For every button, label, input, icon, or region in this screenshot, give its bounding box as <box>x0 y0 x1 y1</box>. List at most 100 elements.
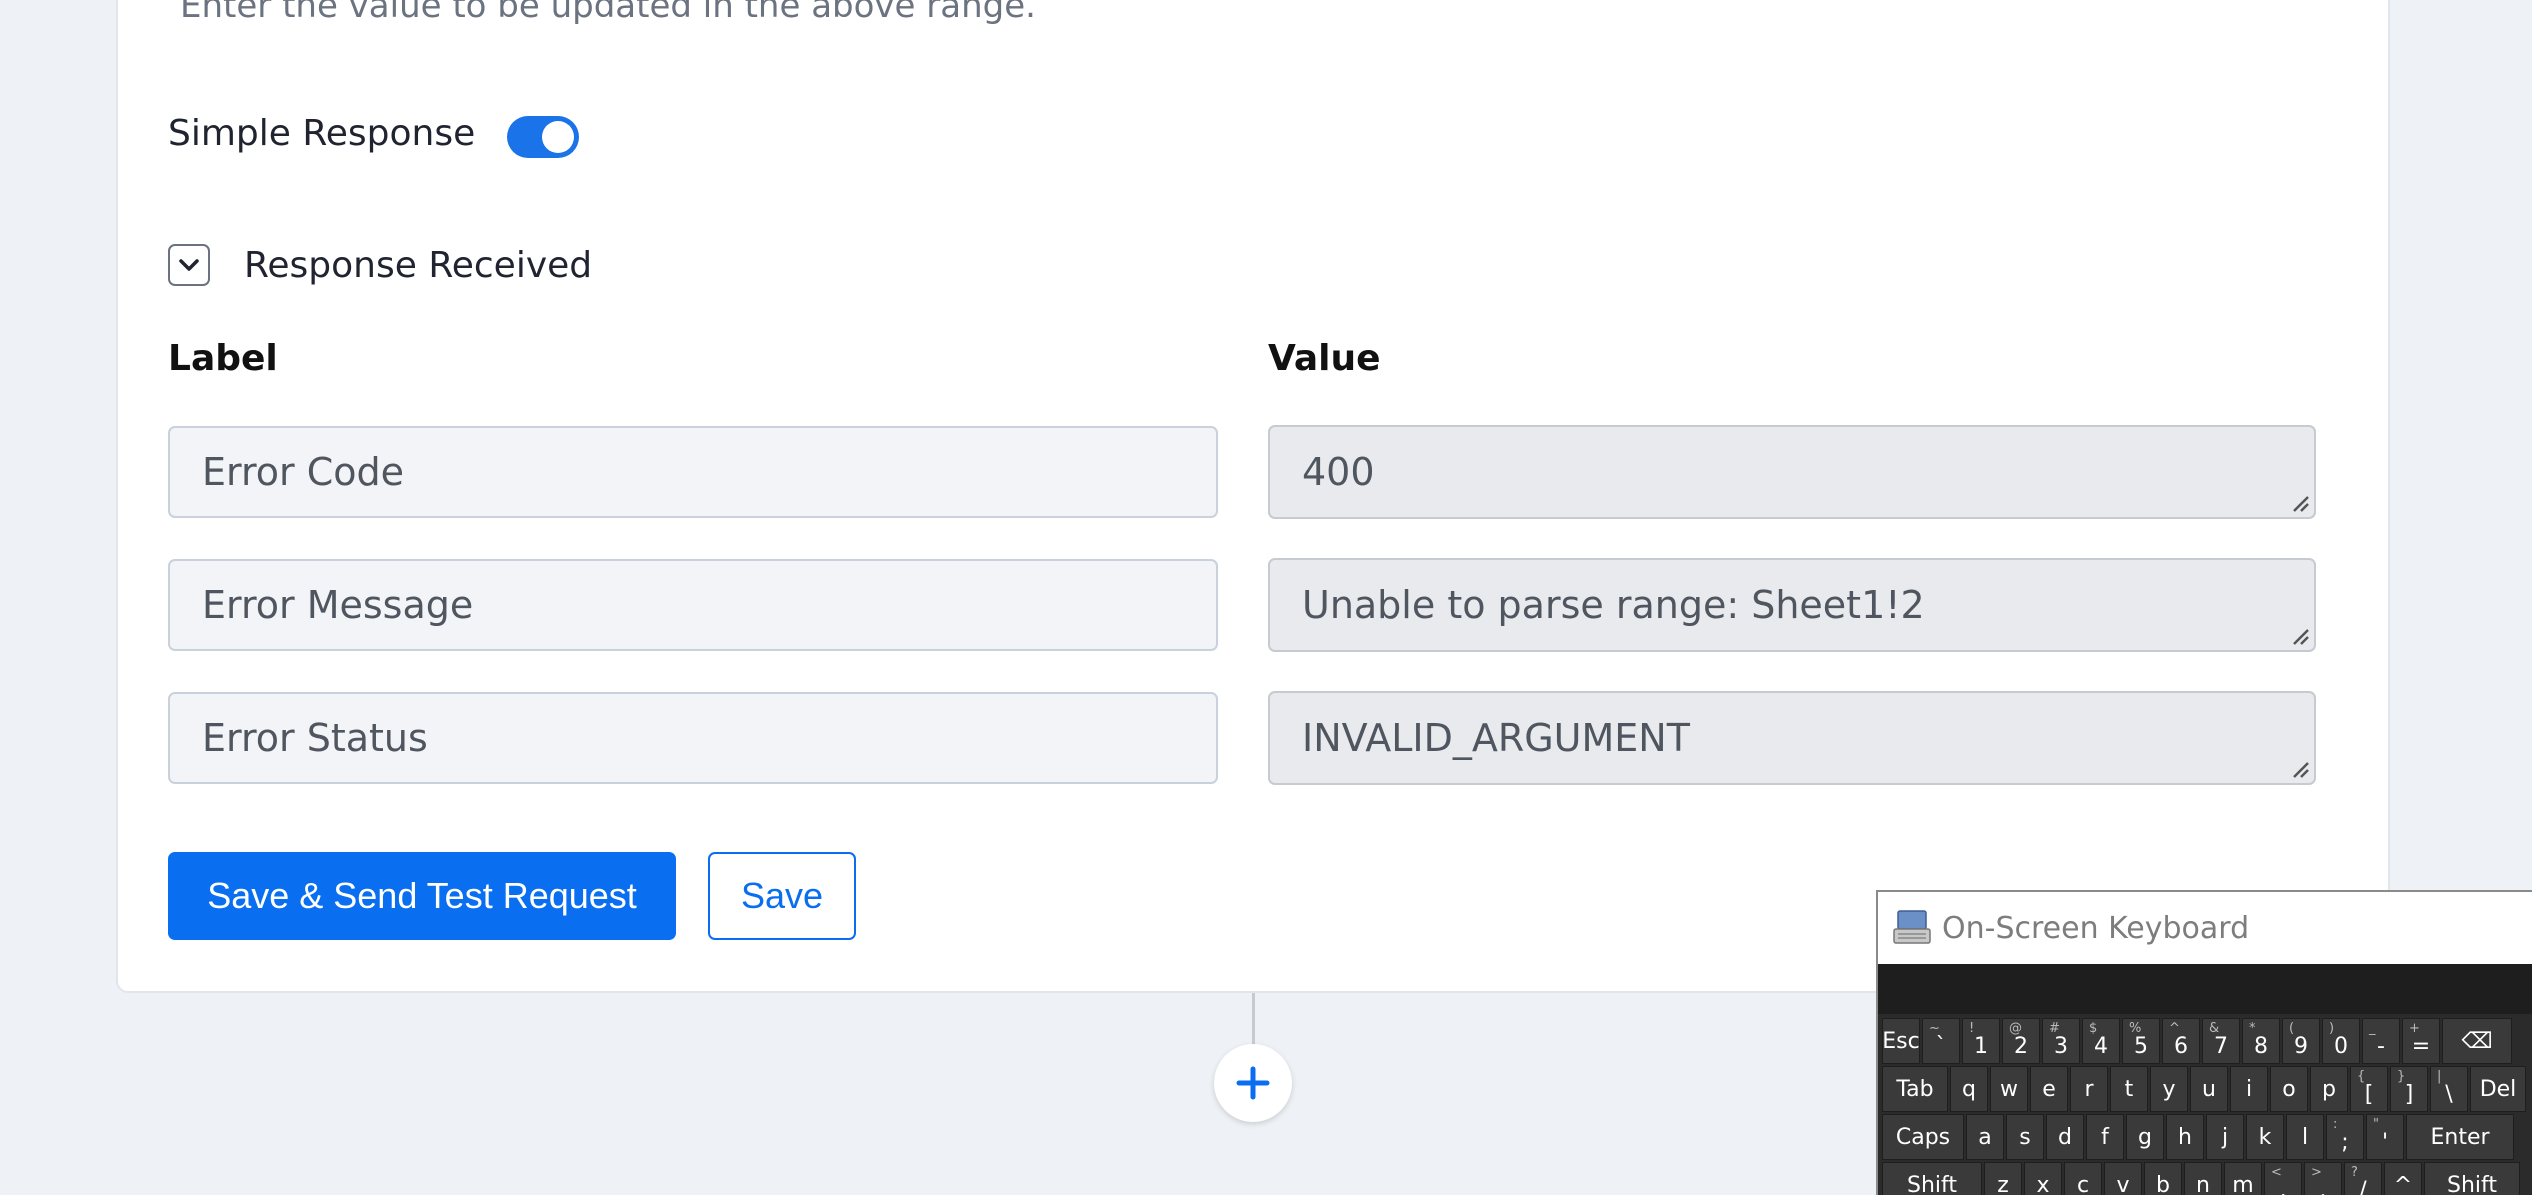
osk-key-shift-glyph: # <box>2049 1021 2060 1036</box>
osk-key[interactable]: Caps <box>1882 1114 1964 1160</box>
osk-titlebar[interactable]: On-Screen Keyboard <box>1878 892 2532 964</box>
osk-key[interactable]: d <box>2046 1114 2084 1160</box>
osk-key[interactable]: l <box>2286 1114 2324 1160</box>
osk-key[interactable]: (9 <box>2282 1018 2320 1064</box>
osk-key-glyph: o <box>2282 1076 2296 1102</box>
osk-key[interactable]: o <box>2270 1066 2308 1112</box>
osk-key-glyph: 8 <box>2254 1033 2268 1059</box>
osk-key[interactable]: #3 <box>2042 1018 2080 1064</box>
save-and-send-test-button[interactable]: Save & Send Test Request <box>168 852 676 940</box>
osk-key[interactable]: z <box>1984 1162 2022 1195</box>
osk-key[interactable]: * 8 <box>2242 1018 2280 1064</box>
osk-key[interactable]: t <box>2110 1066 2148 1112</box>
osk-key-glyph: m <box>2232 1172 2254 1195</box>
osk-key-glyph: \ <box>2445 1081 2453 1107</box>
response-received-header: Response Received <box>168 244 592 286</box>
osk-key-glyph: l <box>2301 1124 2309 1150</box>
osk-key[interactable]: " ' <box>2366 1114 2404 1160</box>
osk-key[interactable]: ⌫ <box>2442 1018 2512 1064</box>
response-label-input[interactable]: Error Status <box>168 692 1218 784</box>
osk-key[interactable]: Shift <box>2424 1162 2520 1195</box>
osk-key[interactable]: j <box>2206 1114 2244 1160</box>
osk-key[interactable]: f <box>2086 1114 2124 1160</box>
osk-key[interactable]: Tab <box>1882 1066 1948 1112</box>
osk-key-shift-glyph: ? <box>2351 1165 2358 1180</box>
resize-grip-icon[interactable] <box>2290 759 2310 779</box>
response-value-textarea[interactable]: 400 <box>1268 425 2316 519</box>
osk-key[interactable]: s <box>2006 1114 2044 1160</box>
osk-key[interactable]: x <box>2024 1162 2062 1195</box>
osk-key-glyph: Del <box>2479 1076 2517 1102</box>
osk-key[interactable]: k <box>2246 1114 2284 1160</box>
osk-key[interactable]: Shift <box>1882 1162 1982 1195</box>
osk-key[interactable]: {[ <box>2350 1066 2388 1112</box>
osk-title: On-Screen Keyboard <box>1942 910 2250 946</box>
simple-response-toggle[interactable] <box>507 116 580 158</box>
osk-key[interactable]: i <box>2230 1066 2268 1112</box>
osk-key[interactable]: ^ 6 <box>2162 1018 2200 1064</box>
osk-key[interactable]: c <box>2064 1162 2102 1195</box>
osk-key[interactable]: & 7 <box>2202 1018 2240 1064</box>
osk-key-glyph: 1 <box>1974 1033 1988 1059</box>
osk-key[interactable]: _ - <box>2362 1018 2400 1064</box>
osk-key-glyph: i <box>2245 1076 2253 1102</box>
osk-key[interactable]: | \ <box>2430 1066 2468 1112</box>
osk-key-glyph: 6 <box>2174 1033 2188 1059</box>
response-label-input[interactable]: Error Code <box>168 426 1218 518</box>
osk-key-glyph: n <box>2196 1172 2210 1195</box>
resize-grip-icon[interactable] <box>2290 626 2310 646</box>
toggle-knob <box>542 121 575 153</box>
osk-key[interactable]: ~ ` <box>1922 1018 1960 1064</box>
osk-key[interactable]: Esc <box>1882 1018 1920 1064</box>
osk-key[interactable]: r <box>2070 1066 2108 1112</box>
osk-key[interactable]: ^ <box>2384 1162 2422 1195</box>
osk-key[interactable]: y <box>2150 1066 2188 1112</box>
osk-key[interactable]: w <box>1990 1066 2028 1112</box>
osk-key[interactable]: Enter <box>2406 1114 2514 1160</box>
osk-key[interactable]: p <box>2310 1066 2348 1112</box>
osk-key[interactable]: v <box>2104 1162 2142 1195</box>
osk-key-glyph: h <box>2178 1124 2192 1150</box>
osk-key[interactable]: n <box>2184 1162 2222 1195</box>
osk-key-glyph: x <box>2036 1172 2050 1195</box>
osk-key[interactable]: q <box>1950 1066 1988 1112</box>
osk-key[interactable]: h <box>2166 1114 2204 1160</box>
response-label-input[interactable]: Error Message <box>168 559 1218 651</box>
osk-key-glyph: v <box>2116 1172 2130 1195</box>
osk-key-glyph: Shift <box>1906 1172 1957 1195</box>
osk-key[interactable]: >. <box>2304 1162 2342 1195</box>
osk-key[interactable]: }] <box>2390 1066 2428 1112</box>
add-step-button[interactable] <box>1214 1044 1292 1122</box>
osk-key-glyph: s <box>2019 1124 2031 1150</box>
osk-key[interactable]: ! 1 <box>1962 1018 2000 1064</box>
osk-key[interactable]: Del <box>2470 1066 2526 1112</box>
osk-key[interactable]: :; <box>2326 1114 2364 1160</box>
response-value-textarea[interactable]: Unable to parse range: Sheet1!2 <box>1268 558 2316 652</box>
osk-key-glyph: ^ <box>2393 1172 2413 1195</box>
osk-key[interactable]: a <box>1966 1114 2004 1160</box>
step-connector-line <box>1252 993 1255 1049</box>
osk-key-glyph: Esc <box>1882 1028 1920 1054</box>
resize-grip-icon[interactable] <box>2290 493 2310 513</box>
osk-key-glyph: ] <box>2404 1081 2414 1107</box>
osk-key[interactable]: ) 0 <box>2322 1018 2360 1064</box>
collapse-toggle-button[interactable] <box>168 244 210 286</box>
osk-key[interactable]: <, <box>2264 1162 2302 1195</box>
osk-key[interactable]: b <box>2144 1162 2182 1195</box>
osk-key[interactable]: g <box>2126 1114 2164 1160</box>
osk-key[interactable]: ? / <box>2344 1162 2382 1195</box>
osk-key[interactable]: % 5 <box>2122 1018 2160 1064</box>
osk-key-row: Caps a s d f g h j k l:; " ' Enter <box>1882 1114 2532 1160</box>
osk-key[interactable]: + = <box>2402 1018 2440 1064</box>
response-value-textarea[interactable]: INVALID_ARGUMENT <box>1268 691 2316 785</box>
osk-key-glyph: q <box>1962 1076 1976 1102</box>
osk-key[interactable]: e <box>2030 1066 2068 1112</box>
save-button[interactable]: Save <box>708 852 856 940</box>
osk-key[interactable]: $4 <box>2082 1018 2120 1064</box>
osk-key[interactable]: u <box>2190 1066 2228 1112</box>
osk-key-shift-glyph: @ <box>2009 1021 2022 1036</box>
osk-key-glyph: [ <box>2364 1081 2374 1107</box>
osk-key[interactable]: @2 <box>2002 1018 2040 1064</box>
osk-key-glyph: z <box>1997 1172 2009 1195</box>
osk-key[interactable]: m <box>2224 1162 2262 1195</box>
